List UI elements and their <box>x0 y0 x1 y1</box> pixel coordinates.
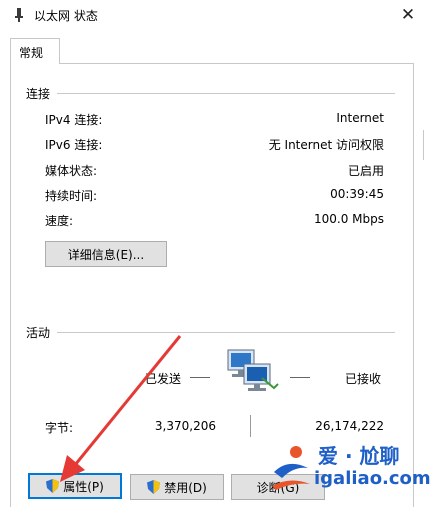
activity-divider <box>57 332 395 333</box>
received-label: 已接收 <box>345 372 382 386</box>
media-state-value: 已启用 <box>347 164 384 178</box>
connection-divider <box>57 93 395 94</box>
bytes-divider <box>250 415 251 437</box>
connection-heading: 连接 <box>26 87 51 101</box>
scrollbar-edge <box>423 130 431 160</box>
watermark-bottom-text: igaliao.com <box>314 468 431 489</box>
details-button[interactable]: 详细信息(E)... <box>45 241 167 267</box>
shield-icon <box>46 479 60 493</box>
shield-icon <box>147 480 161 494</box>
bytes-sent-value: 3,370,206 <box>154 419 216 433</box>
speed-value: 100.0 Mbps <box>313 212 384 226</box>
title-bar: 以太网 状态 ✕ <box>0 0 431 30</box>
watermark-top-text: 爱 · 尬聊 <box>318 444 400 468</box>
bytes-label: 字节: <box>45 421 74 435</box>
watermark-logo-icon <box>272 446 310 490</box>
sent-dash <box>190 377 210 378</box>
window-title: 以太网 状态 <box>34 9 98 23</box>
watermark: 爱 · 尬聊 igaliao.com <box>268 438 431 496</box>
media-state-label: 媒体状态: <box>45 164 98 178</box>
duration-value: 00:39:45 <box>330 187 384 201</box>
properties-label: 属性(P) <box>63 479 104 494</box>
ipv4-value: Internet <box>336 111 384 125</box>
ipv6-value: 无 Internet 访问权限 <box>268 138 384 152</box>
duration-label: 持续时间: <box>45 189 98 203</box>
sent-label: 已发送 <box>145 372 182 386</box>
close-button[interactable]: ✕ <box>396 4 420 26</box>
network-icon <box>15 8 23 22</box>
bytes-received-value: 26,174,222 <box>315 419 384 433</box>
disable-button[interactable]: 禁用(D) <box>130 474 224 500</box>
speed-label: 速度: <box>45 214 74 228</box>
tab-general[interactable]: 常规 <box>10 38 60 64</box>
disable-label: 禁用(D) <box>164 480 207 495</box>
received-dash <box>290 377 310 378</box>
activity-heading: 活动 <box>26 326 51 340</box>
ipv6-label: IPv6 连接: <box>45 138 103 152</box>
tab-general-label: 常规 <box>19 46 44 60</box>
close-icon: ✕ <box>400 5 416 25</box>
properties-button[interactable]: 属性(P) <box>28 473 122 499</box>
ipv4-label: IPv4 连接: <box>45 113 103 127</box>
network-computers-icon <box>227 349 279 391</box>
